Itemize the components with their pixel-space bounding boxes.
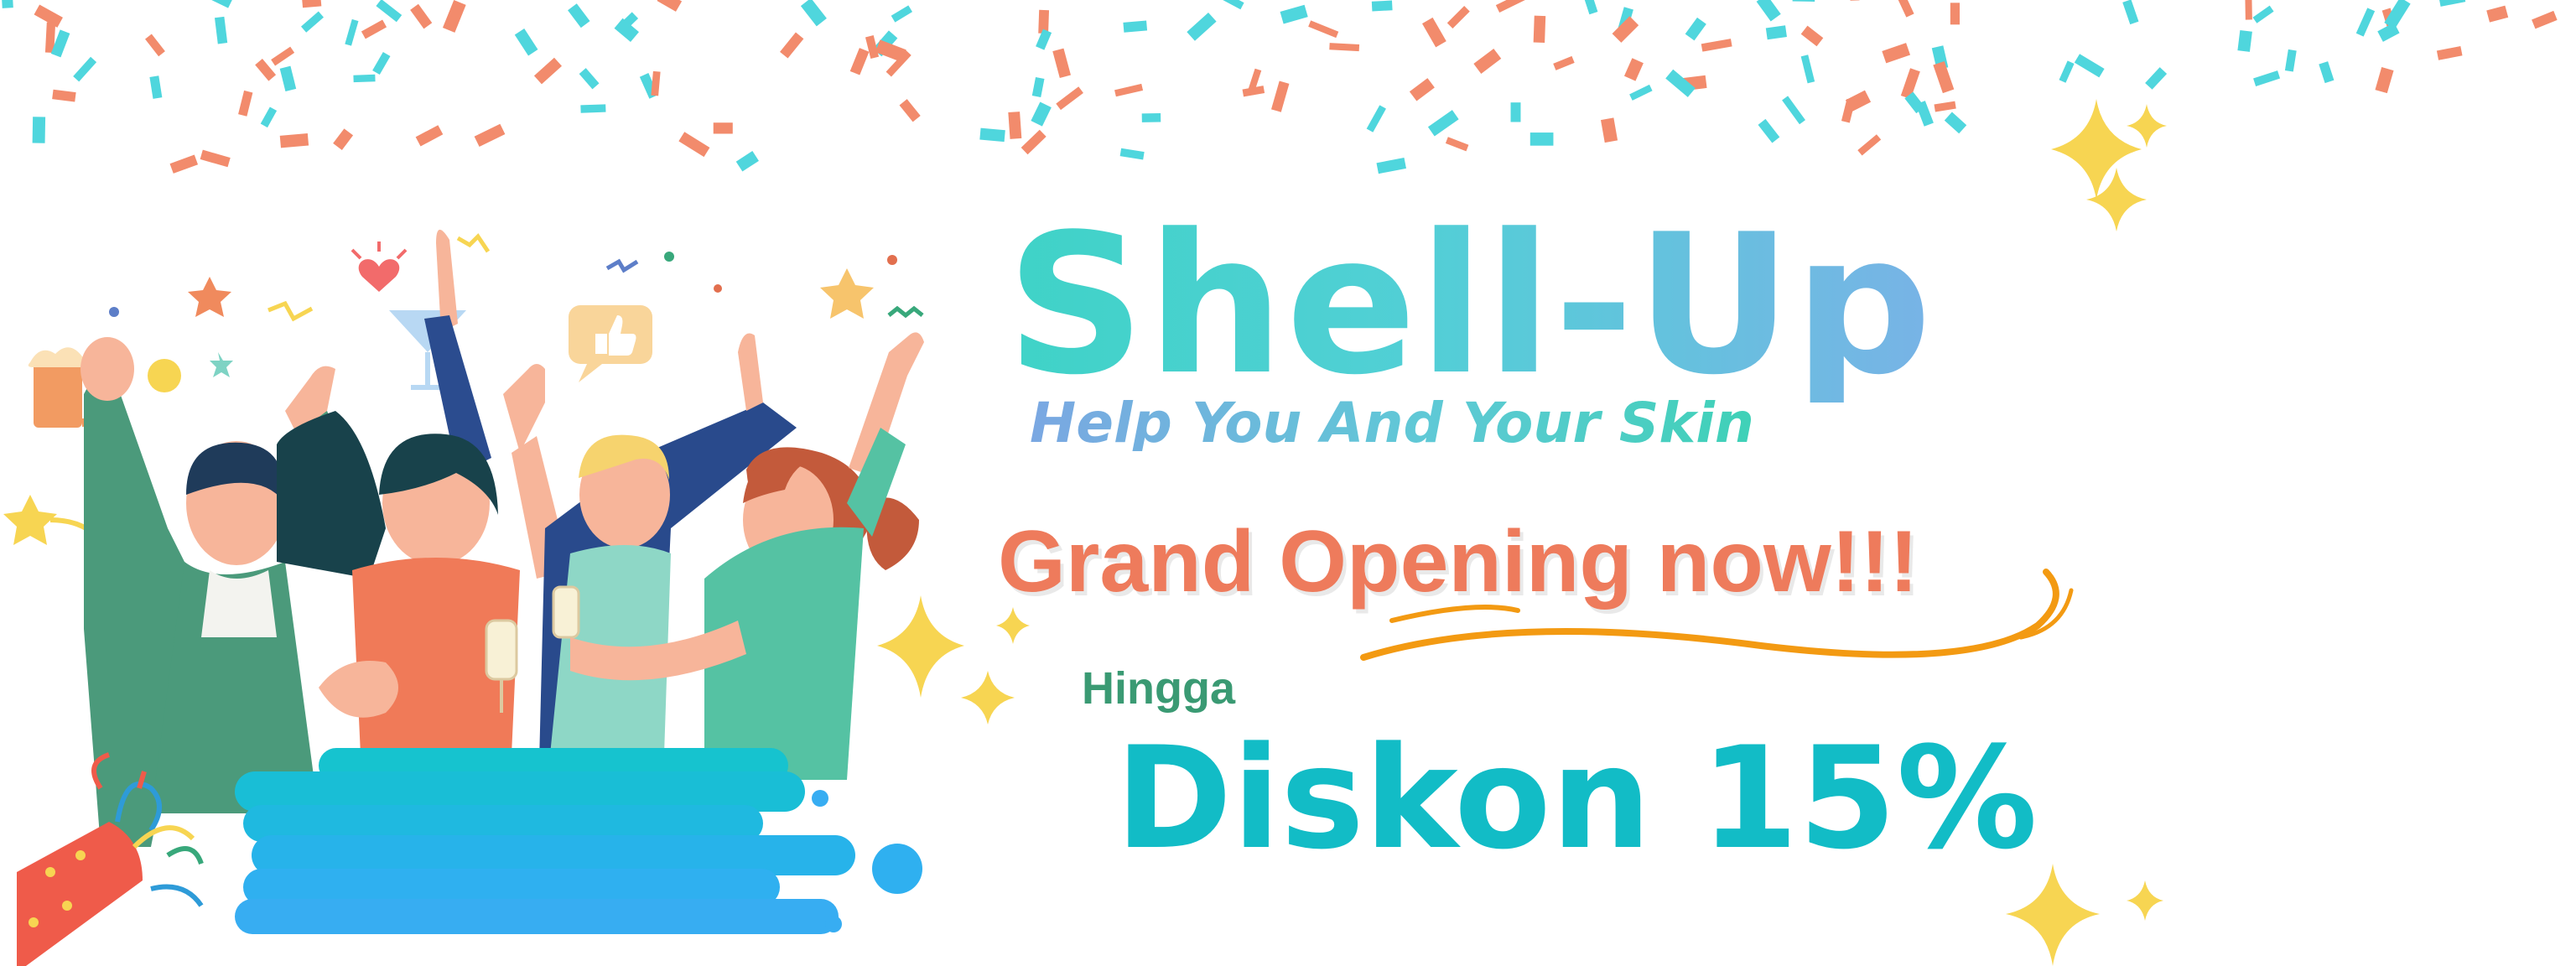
discount-text: Diskon 15% [1115, 716, 2038, 880]
celebrating-people-illustration [3, 229, 924, 966]
confetti-piece [1933, 60, 1955, 94]
confetti-piece [2355, 8, 2376, 37]
confetti-piece [2122, 0, 2139, 25]
confetti-piece [1849, 0, 1860, 1]
confetti-piece [1882, 43, 1911, 64]
confetti-piece [1021, 129, 1046, 155]
confetti-piece [1409, 78, 1435, 101]
confetti-piece [1756, 0, 1781, 22]
confetti-piece [1031, 76, 1045, 97]
confetti-piece [2284, 49, 2297, 72]
confetti-piece [1308, 20, 1339, 39]
confetti-piece [1533, 15, 1546, 44]
confetti-piece [1857, 134, 1882, 156]
confetti-piece [1114, 83, 1144, 97]
heart-icon [351, 242, 408, 292]
confetti-piece [1008, 112, 1022, 139]
confetti-piece [1944, 112, 1967, 134]
banner: Shell-Up Help You And Your Skin Grand Op… [0, 0, 2576, 966]
confetti-piece [1473, 49, 1502, 74]
confetti-piece [2532, 10, 2558, 29]
confetti-piece [1553, 55, 1575, 70]
confetti-piece [1218, 0, 1244, 10]
confetti-piece [1800, 25, 1824, 47]
confetti-piece [1280, 4, 1308, 24]
confetti-piece [1366, 105, 1386, 132]
confetti-piece [1792, 0, 1815, 2]
confetti-piece [1601, 117, 1618, 143]
confetti-piece [1934, 101, 1956, 112]
confetti-piece [1031, 101, 1052, 127]
confetti-piece [1036, 29, 1052, 50]
thumbs-up-icon [569, 305, 652, 382]
confetti-piece [1894, 0, 1914, 18]
confetti-piece [2252, 5, 2274, 23]
promo-prefix: Hingga [1082, 663, 1235, 714]
star-icon [188, 277, 231, 317]
confetti-piece [1270, 80, 1290, 112]
confetti-piece [1427, 110, 1459, 137]
confetti-piece [1685, 17, 1706, 41]
confetti-piece [1782, 96, 1805, 125]
confetti-piece [2375, 66, 2394, 94]
confetti-piece [1701, 39, 1732, 52]
confetti-piece [2074, 54, 2105, 78]
confetti-piece [2059, 60, 2075, 83]
confetti-piece [2319, 61, 2334, 84]
brand-logo-text: Shell-Up [1006, 194, 1934, 418]
confetti-piece [1495, 0, 1526, 13]
confetti-piece [2486, 5, 2509, 23]
confetti-piece [1421, 17, 1446, 48]
confetti-piece [2436, 45, 2463, 60]
confetti-piece [2145, 67, 2168, 90]
confetti-piece [2438, 0, 2466, 7]
confetti-piece [1623, 58, 1644, 81]
confetti-piece [1581, 0, 1598, 15]
confetti-piece [1629, 84, 1653, 101]
confetti-piece [1376, 157, 1406, 174]
confetti-piece [1530, 132, 1554, 146]
confetti-piece [1329, 43, 1360, 52]
confetti-piece [1800, 55, 1815, 84]
confetti-piece [1052, 48, 1071, 79]
confetti-piece [1510, 102, 1521, 122]
brand-tagline: Help You And Your Skin [1030, 391, 1754, 455]
confetti-piece [2253, 70, 2281, 86]
confetti-piece [1371, 0, 1393, 12]
confetti-piece [1445, 137, 1469, 152]
confetti-piece [979, 127, 1005, 143]
confetti-piece [1123, 20, 1148, 33]
confetti-piece [1187, 13, 1217, 41]
promo-headline: Grand Opening now!!! [998, 513, 1919, 610]
confetti-piece [2237, 29, 2252, 52]
confetti-piece [1758, 118, 1780, 143]
confetti-piece [1446, 6, 1470, 29]
confetti-piece [1765, 25, 1787, 40]
confetti-piece [1119, 148, 1145, 160]
confetti-piece [1141, 112, 1161, 122]
confetti-piece [1056, 86, 1083, 111]
confetti-piece [2245, 0, 2252, 20]
confetti-piece [1950, 3, 1961, 25]
